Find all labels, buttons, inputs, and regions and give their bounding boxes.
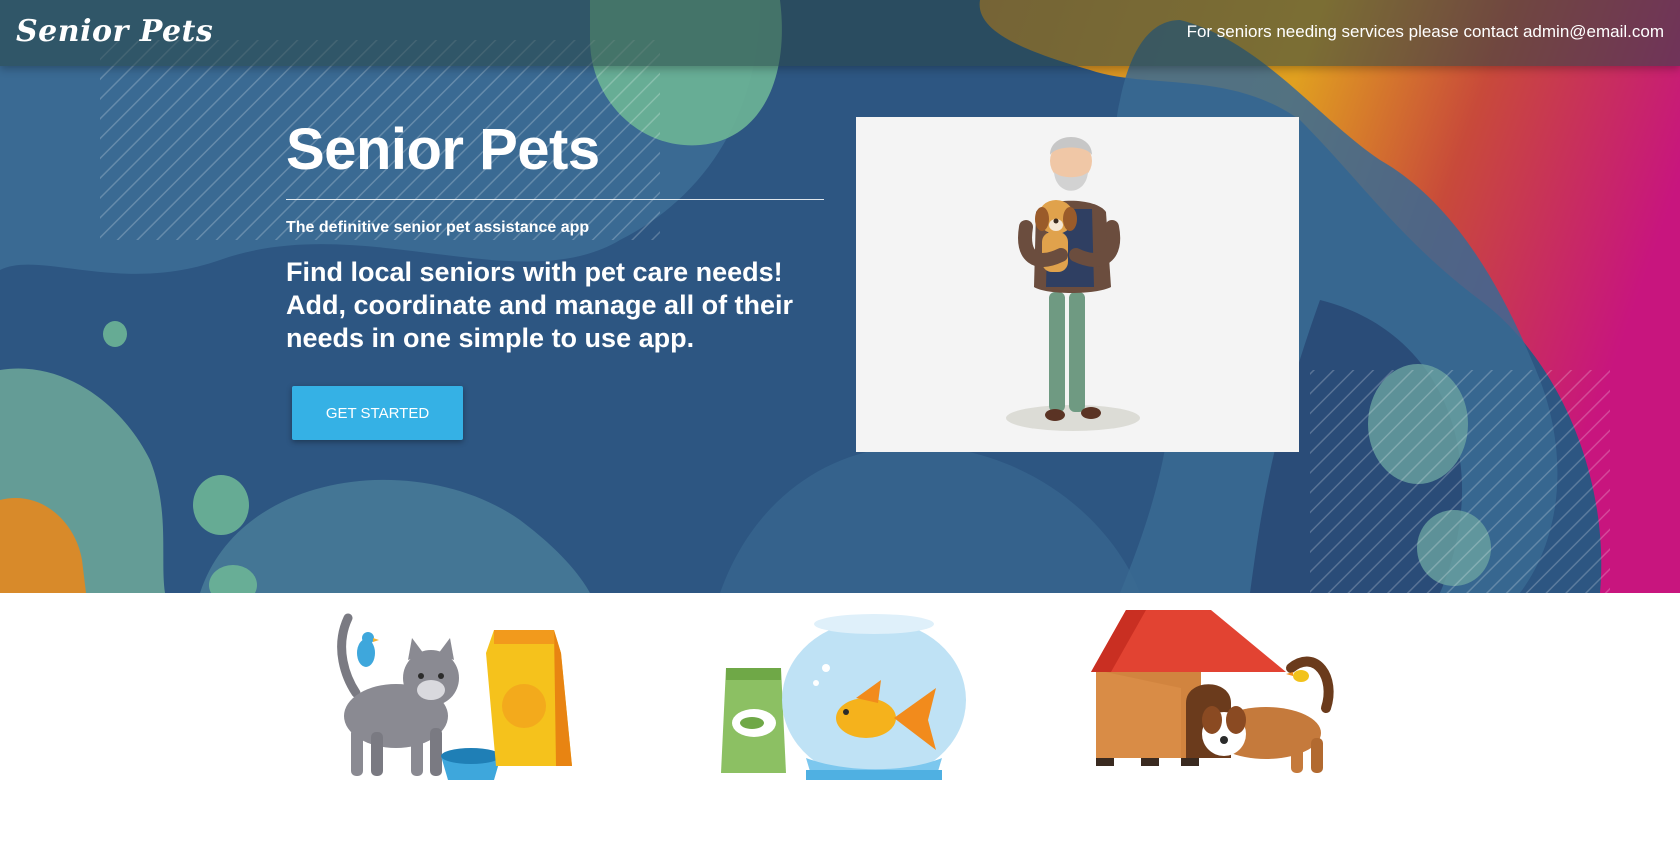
- divider: [286, 199, 824, 200]
- hero-lead-text: Find local seniors with pet care needs! …: [286, 257, 794, 353]
- cat-with-bird-and-food-illustration: [326, 608, 596, 788]
- hero-title: Senior Pets: [286, 117, 600, 182]
- hero-section: Senior Pets For seniors needing services…: [0, 0, 1680, 593]
- hero-subtitle: The definitive senior pet assistance app: [286, 219, 590, 236]
- dog-with-doghouse-illustration: [1086, 608, 1356, 788]
- brand-logo[interactable]: Senior Pets: [16, 14, 213, 49]
- get-started-button[interactable]: GET STARTED: [292, 386, 463, 440]
- hero-background-art: [0, 0, 1680, 593]
- navbar: Senior Pets For seniors needing services…: [0, 0, 1680, 66]
- senior-man-holding-dog-illustration: [856, 117, 1299, 452]
- contact-text: For seniors needing services please cont…: [1186, 22, 1664, 41]
- goldfish-bowl-and-fish-food-illustration: [706, 608, 976, 788]
